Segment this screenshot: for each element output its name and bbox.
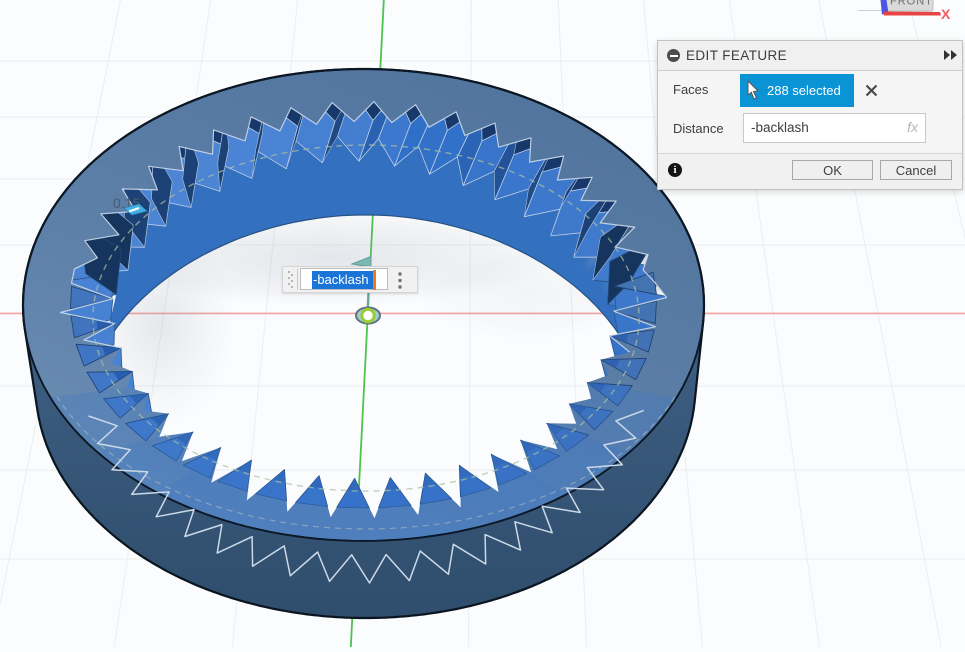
svg-text:FRONT: FRONT <box>890 0 933 8</box>
svg-text:X: X <box>941 6 951 22</box>
